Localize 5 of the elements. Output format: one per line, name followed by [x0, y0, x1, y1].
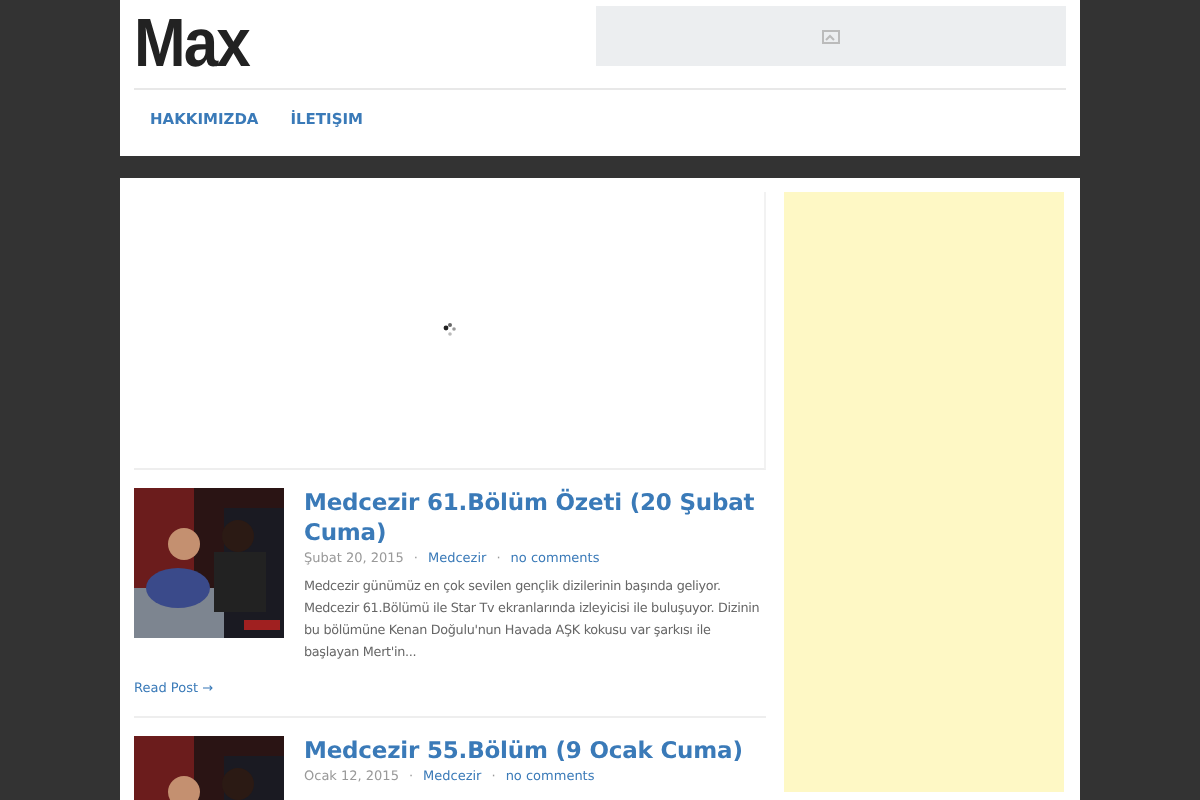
site-logo[interactable]: Max [134, 4, 249, 84]
post-title[interactable]: Medcezir 55.Bölüm (9 Ocak Cuma) [304, 736, 766, 767]
loading-spinner-icon [441, 322, 457, 338]
image-icon [822, 29, 840, 43]
post-title[interactable]: Medcezir 61.Bölüm Özeti (20 Şubat Cuma) [304, 488, 766, 548]
